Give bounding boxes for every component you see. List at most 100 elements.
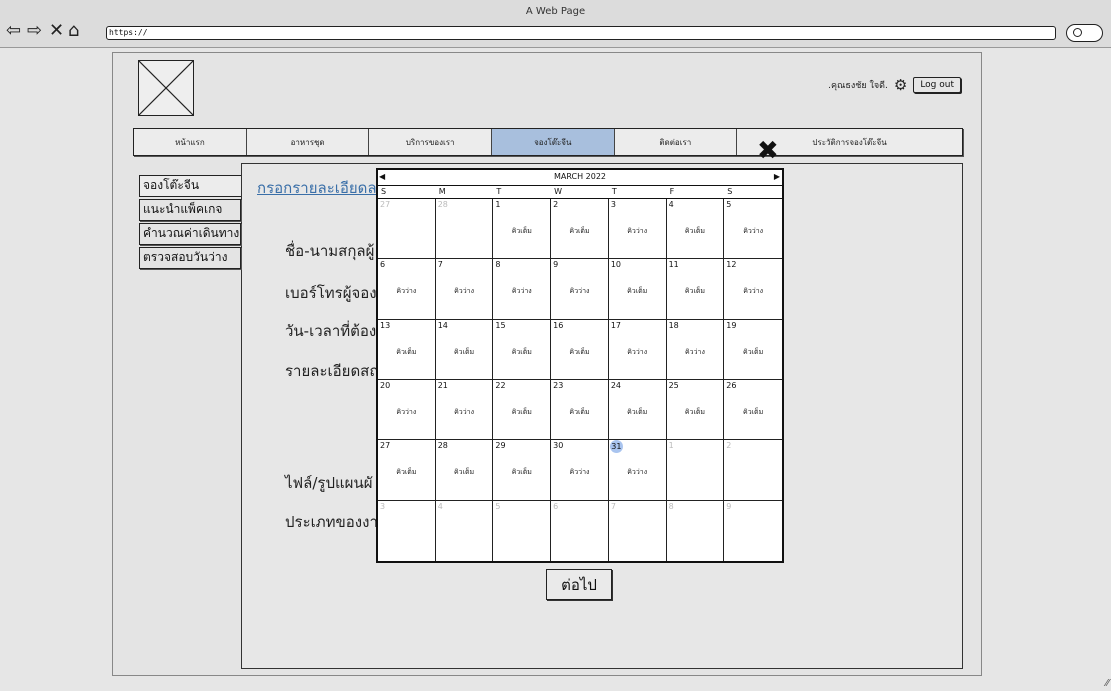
calendar-day-cell[interactable]: 3: [378, 500, 436, 561]
calendar-day-cell[interactable]: 1 คิวเต็ม: [493, 199, 552, 260]
calendar-day-cell[interactable]: 23 คิวเต็ม: [551, 379, 609, 441]
day-number: 23: [553, 380, 564, 390]
calendar-day-cell[interactable]: 11 คิวเต็ม: [666, 259, 725, 320]
next-month-icon[interactable]: ▶: [774, 170, 780, 184]
day-status: คิวว่าง: [569, 287, 590, 296]
day-status: คิวเต็ม: [627, 287, 648, 296]
day-status: คิวว่าง: [684, 347, 705, 356]
day-number: 2: [553, 200, 559, 209]
calendar-day-cell[interactable]: 7 คิวว่าง: [435, 259, 494, 320]
calendar-day-cell[interactable]: 22 คิวเต็ม: [493, 379, 552, 441]
calendar-day-cell[interactable]: 27 คิวเต็ม: [378, 440, 436, 501]
day-status: คิวเต็ม: [684, 287, 705, 296]
calendar-day-cell[interactable]: 18 คิวว่าง: [666, 319, 725, 380]
menu-item-food-sets[interactable]: อาหารชุด: [247, 129, 370, 155]
search-button[interactable]: [1066, 24, 1103, 42]
day-status: คิวเต็ม: [569, 407, 590, 416]
calendar-day-cell[interactable]: 31 คิวว่าง: [608, 440, 667, 501]
calendar-day-cell[interactable]: 13 คิวเต็ม: [378, 319, 436, 380]
calendar-day-cell[interactable]: 26 คิวเต็ม: [724, 380, 782, 441]
calendar-day-cell[interactable]: 6 คิวว่าง: [378, 259, 436, 320]
calendar-day-cell[interactable]: 19 คิวเต็ม: [724, 320, 782, 380]
day-status: คิวว่าง: [743, 227, 764, 235]
menu-item-services[interactable]: บริการของเรา: [369, 129, 492, 155]
day-status: คิวว่าง: [454, 407, 475, 416]
prev-month-icon[interactable]: ◀: [379, 170, 385, 184]
day-status: คิวเต็ม: [453, 347, 475, 356]
day-number: 4: [668, 200, 674, 209]
calendar-day-cell[interactable]: 4: [436, 500, 494, 561]
gear-icon[interactable]: ⚙: [894, 77, 907, 93]
side-item-check-availability[interactable]: ตรวจสอบวันว่าง: [139, 247, 241, 269]
calendar-day-cell[interactable]: 29 คิวเต็ม: [493, 440, 552, 501]
calendar-day-cell[interactable]: 15 คิวเต็ม: [493, 319, 552, 380]
day-number: 2: [726, 441, 732, 451]
calendar-day-cell[interactable]: 10 คิวเต็ม: [608, 259, 667, 320]
calendar-day-cell[interactable]: 20 คิวว่าง: [378, 379, 436, 441]
resize-grip-icon[interactable]: ⁄⁄: [1106, 678, 1109, 689]
forward-arrow-icon[interactable]: ⇨: [27, 22, 42, 40]
calendar-day-cell[interactable]: 6: [551, 500, 609, 561]
calendar-day-cell[interactable]: 5 คิวว่าง: [724, 199, 782, 260]
day-number: 9: [553, 260, 559, 270]
close-calendar-icon[interactable]: ✖: [757, 138, 779, 164]
calendar-day-cell[interactable]: 28: [435, 199, 494, 260]
calendar-day-cell[interactable]: 8: [667, 500, 725, 561]
calendar-day-cell[interactable]: 4 คิวเต็ม: [666, 199, 725, 260]
calendar-day-cell[interactable]: 7: [609, 500, 667, 561]
calendar-day-cell[interactable]: 14 คิวเต็ม: [435, 319, 494, 380]
calendar-day-cell[interactable]: 9 คิวว่าง: [551, 259, 609, 320]
search-icon: [1073, 28, 1082, 37]
calendar-day-cell[interactable]: 28 คิวเต็ม: [435, 440, 494, 501]
side-item-travel-cost[interactable]: คำนวณค่าเดินทาง: [139, 223, 241, 245]
day-status: คิวเต็ม: [511, 468, 532, 477]
form-heading[interactable]: กรอกรายละเอียดล: [257, 176, 377, 200]
day-number: 17: [610, 320, 622, 330]
day-status: คิวว่าง: [396, 407, 417, 416]
weekday-label: M: [438, 187, 446, 196]
calendar-day-cell[interactable]: 16 คิวเต็ม: [551, 319, 609, 380]
url-input[interactable]: https://: [106, 26, 1056, 40]
logout-button[interactable]: Log out: [913, 77, 961, 93]
calendar-day-cell[interactable]: 25 คิวเต็ม: [666, 379, 725, 441]
side-item-book-table[interactable]: จองโต๊ะจีน: [139, 175, 241, 197]
menu-item-home[interactable]: หน้าแรก: [134, 129, 247, 155]
calendar-day-cell[interactable]: 30 คิวว่าง: [551, 440, 609, 501]
calendar-month-label: MARCH 2022: [553, 172, 607, 181]
calendar-day-cell[interactable]: 5: [493, 500, 552, 561]
day-status: คิวเต็ม: [743, 347, 764, 356]
day-status: คิวเต็ม: [743, 407, 764, 416]
calendar-day-cell[interactable]: 12 คิวว่าง: [724, 259, 782, 320]
calendar-day-cell[interactable]: 21 คิวว่าง: [435, 379, 494, 441]
back-arrow-icon[interactable]: ⇦: [6, 22, 21, 40]
day-status: คิวเต็ม: [569, 227, 590, 235]
home-icon[interactable]: ⌂: [68, 22, 79, 40]
day-number: 9: [726, 501, 732, 511]
calendar-day-cell[interactable]: 3 คิวว่าง: [608, 199, 667, 260]
day-status: คิวว่าง: [454, 287, 475, 296]
day-number: 31: [609, 440, 623, 454]
next-button[interactable]: ต่อไป: [546, 569, 612, 600]
menu-item-contact[interactable]: ติดต่อเรา: [615, 129, 738, 155]
label-type: ประเภทของงา: [285, 513, 378, 531]
day-number: 28: [437, 200, 448, 209]
day-number: 12: [726, 260, 737, 270]
calendar-day-cell[interactable]: 27: [378, 199, 436, 260]
day-number: 27: [380, 200, 391, 209]
day-number: 3: [380, 501, 386, 511]
close-icon[interactable]: ✕: [49, 22, 64, 40]
calendar-day-cell[interactable]: 9: [724, 501, 782, 561]
calendar-day-cell[interactable]: 2 คิวเต็ม: [551, 199, 609, 260]
calendar-day-cell[interactable]: 8 คิวว่าง: [493, 259, 552, 320]
calendar-day-cell[interactable]: 1: [666, 440, 725, 501]
day-number: 18: [668, 320, 679, 330]
day-number: 24: [610, 380, 622, 390]
day-number: 5: [495, 501, 501, 511]
menu-item-book-table[interactable]: จองโต๊ะจีน: [491, 129, 615, 155]
calendar-day-cell[interactable]: 24 คิวเต็ม: [608, 379, 667, 441]
label-phone: เบอร์โทรผู้จอง: [285, 284, 377, 302]
side-item-packages[interactable]: แนะนำแพ็คเกจ: [139, 199, 241, 221]
day-status: คิวเต็ม: [511, 227, 532, 235]
calendar-day-cell[interactable]: 17 คิวว่าง: [608, 319, 667, 380]
calendar-day-cell[interactable]: 2: [724, 440, 782, 501]
